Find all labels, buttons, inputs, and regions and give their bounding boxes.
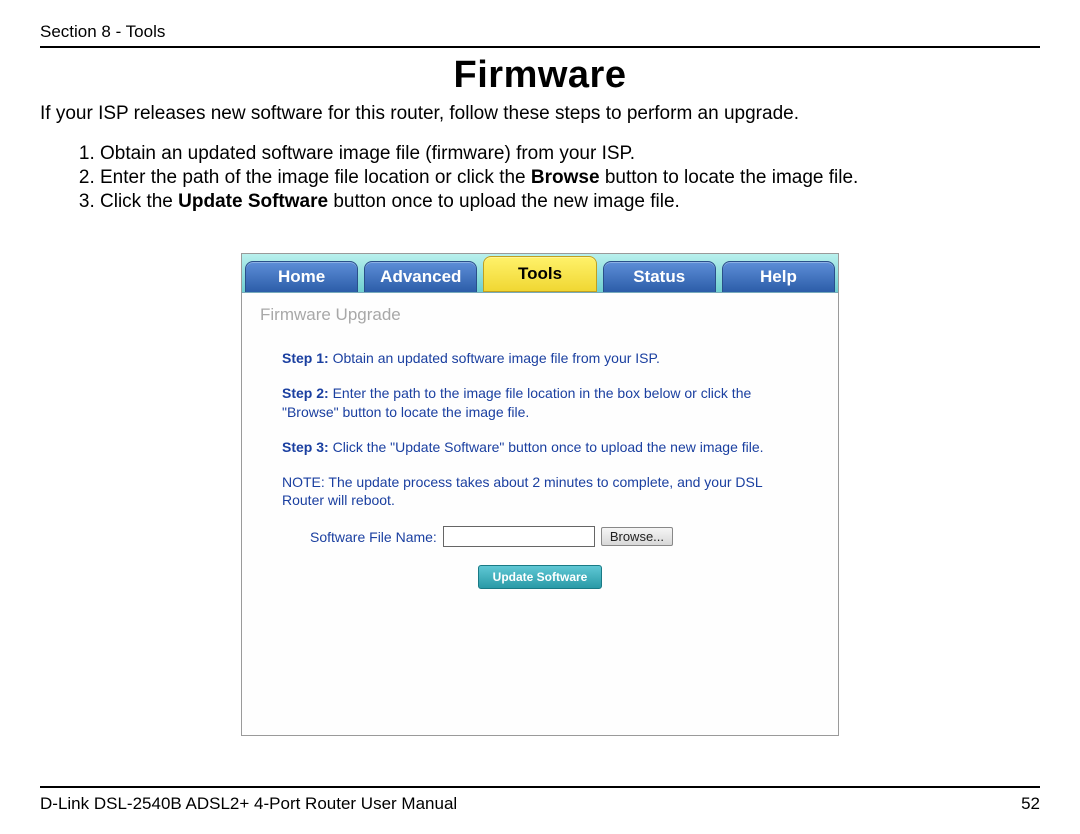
footer-rule: [40, 786, 1040, 788]
tab-tools[interactable]: Tools: [483, 256, 596, 292]
instruction-list: Obtain an updated software image file (f…: [100, 143, 1040, 213]
step-text: Obtain an updated software image file fr…: [329, 350, 660, 366]
browse-bold: Browse: [531, 167, 600, 188]
file-row: Software File Name: Browse...: [310, 526, 820, 547]
tab-help[interactable]: Help: [722, 261, 835, 292]
footer-page-number: 52: [1021, 794, 1040, 814]
step-label: Step 3:: [282, 439, 329, 455]
instruction-item: Enter the path of the image file locatio…: [100, 167, 1040, 189]
instruction-item: Click the Update Software button once to…: [100, 191, 1040, 213]
section-header: Section 8 - Tools: [40, 22, 1040, 42]
step-label: Step 2:: [282, 385, 329, 401]
panel-step1: Step 1: Obtain an updated software image…: [282, 349, 798, 368]
panel-step2: Step 2: Enter the path to the image file…: [282, 384, 798, 422]
browse-button[interactable]: Browse...: [601, 527, 673, 546]
tab-bar: Home Advanced Tools Status Help: [242, 254, 838, 293]
intro-text: If your ISP releases new software for th…: [40, 103, 1040, 125]
router-screenshot: Home Advanced Tools Status Help Firmware…: [241, 253, 839, 736]
text: Enter the path of the image file locatio…: [100, 167, 531, 188]
step-label: Step 1:: [282, 350, 329, 366]
step-text: Click the "Update Software" button once …: [329, 439, 764, 455]
update-software-bold: Update Software: [178, 191, 328, 212]
page-title: Firmware: [40, 54, 1040, 97]
update-software-button[interactable]: Update Software: [478, 565, 603, 589]
instruction-item: Obtain an updated software image file (f…: [100, 143, 1040, 165]
text: button once to upload the new image file…: [328, 191, 680, 212]
panel-title: Firmware Upgrade: [260, 305, 820, 325]
top-rule: [40, 46, 1040, 48]
panel-step3: Step 3: Click the "Update Software" butt…: [282, 438, 798, 457]
tab-status[interactable]: Status: [603, 261, 716, 292]
text: Click the: [100, 191, 178, 212]
step-text: Enter the path to the image file locatio…: [282, 385, 751, 420]
file-name-input[interactable]: [443, 526, 595, 547]
footer-left: D-Link DSL-2540B ADSL2+ 4-Port Router Us…: [40, 794, 457, 814]
tab-advanced[interactable]: Advanced: [364, 261, 477, 292]
panel: Firmware Upgrade Step 1: Obtain an updat…: [242, 293, 838, 735]
text: button to locate the image file.: [600, 167, 859, 188]
file-label: Software File Name:: [310, 529, 437, 545]
panel-note: NOTE: The update process takes about 2 m…: [282, 473, 798, 511]
tab-home[interactable]: Home: [245, 261, 358, 292]
page-footer: D-Link DSL-2540B ADSL2+ 4-Port Router Us…: [40, 786, 1040, 814]
